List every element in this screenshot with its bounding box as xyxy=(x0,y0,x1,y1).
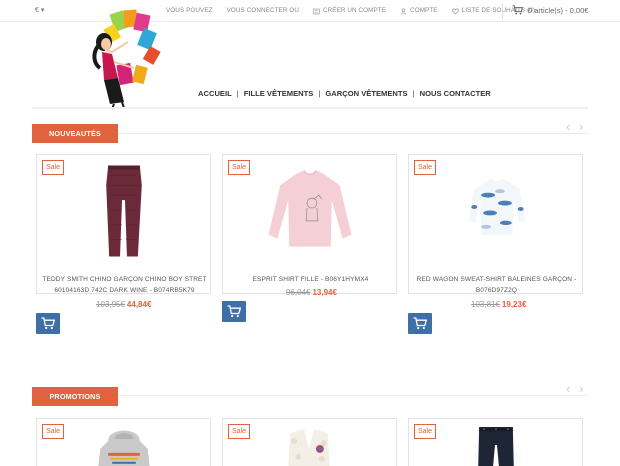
add-to-cart-button[interactable] xyxy=(222,301,246,322)
add-to-cart-button[interactable] xyxy=(36,313,60,334)
product-name-line[interactable]: RED WAGON SWEAT-SHIRT BALEINES GARÇON - xyxy=(413,274,580,285)
login-prompt-text: VOUS POUVEZ xyxy=(166,7,213,14)
nav-divider xyxy=(32,107,588,109)
product-price: 96,04€ 13,94€ xyxy=(286,288,337,297)
product-name-line[interactable]: ESPRIT SHIRT FILLE - B06Y1HYMX4 xyxy=(227,274,394,285)
section-title-promotions: PROMOTIONS xyxy=(32,387,118,406)
product-price: 103,81€ 19,23€ xyxy=(471,300,526,309)
product-card[interactable]: Sale xyxy=(408,418,583,466)
sale-badge: Sale xyxy=(228,160,251,175)
product-card[interactable]: Sale xyxy=(36,418,211,466)
chevron-left-icon[interactable]: ‹ xyxy=(566,120,575,133)
carousel-arrows: ‹ › xyxy=(566,382,588,395)
nav-item-home[interactable]: ACCUEIL xyxy=(198,89,232,98)
add-to-cart-button[interactable] xyxy=(408,313,432,334)
product-card[interactable]: Sale xyxy=(222,418,397,466)
user-icon xyxy=(400,8,407,15)
nav-item-girls[interactable]: FILLE VÊTEMENTS xyxy=(244,89,314,98)
login-link[interactable]: VOUS CONNECTER OU xyxy=(227,7,299,14)
product-card[interactable]: Sale ESPRIT SHIRT FILLE - B06Y1HYMX4 xyxy=(222,154,397,294)
cart-icon xyxy=(41,317,55,330)
main-nav: ACCUEIL | FILLE VÊTEMENTS | GARÇON VÊTEM… xyxy=(198,89,491,98)
section-title-new: NOUVEAUTÉS xyxy=(32,124,118,143)
product-name-line[interactable]: B076D97Z2Q xyxy=(413,285,580,296)
carousel-arrows: ‹ › xyxy=(566,120,588,133)
product-card[interactable]: Sale TEDDY SMITH CHINO GARÇON CHINO BOY … xyxy=(36,154,211,294)
cart-summary[interactable]: 0 article(s) - 0,00€ xyxy=(512,5,588,15)
currency-selector[interactable]: € ▾ xyxy=(35,6,44,14)
product-name-line[interactable]: 60104163D 742C DARK WINE - B074RB5K79 xyxy=(41,285,208,296)
heart-icon xyxy=(451,8,459,15)
cart-icon xyxy=(512,5,523,15)
account-link[interactable]: COMPTE xyxy=(410,7,438,14)
sale-price: 44,84€ xyxy=(126,300,152,309)
product-price: 103,95€ 44,84€ xyxy=(96,300,151,309)
old-price: 103,81€ xyxy=(471,300,500,309)
chevron-right-icon[interactable]: › xyxy=(579,120,588,133)
cart-label: 0 article(s) - 0,00€ xyxy=(528,5,589,15)
old-price: 96,04€ xyxy=(286,288,311,297)
sale-badge: Sale xyxy=(228,424,251,439)
nav-separator: | xyxy=(318,89,321,98)
sale-price: 13,94€ xyxy=(312,288,337,297)
sale-price: 19,23€ xyxy=(501,300,527,309)
shop-logo[interactable] xyxy=(88,8,168,110)
chevron-right-icon[interactable]: › xyxy=(579,382,588,395)
sale-badge: Sale xyxy=(42,160,65,175)
sale-badge: Sale xyxy=(414,424,437,439)
cart-icon xyxy=(227,305,241,318)
chevron-left-icon[interactable]: ‹ xyxy=(566,382,575,395)
sale-badge: Sale xyxy=(414,160,437,175)
product-card[interactable]: Sale RED WAGON SWEAT-SHIRT BALEINES GARÇ… xyxy=(408,154,583,294)
account-links: VOUS POUVEZ VOUS CONNECTER OU CRÉER UN C… xyxy=(166,7,535,15)
cart-divider xyxy=(502,3,503,19)
nav-item-contact[interactable]: NOUS CONTACTER xyxy=(420,89,491,98)
nav-separator: | xyxy=(236,89,239,98)
product-name-line[interactable]: TEDDY SMITH CHINO GARÇON CHINO BOY STRET xyxy=(41,274,208,285)
sale-badge: Sale xyxy=(42,424,65,439)
cart-icon xyxy=(413,317,427,330)
old-price: 103,95€ xyxy=(96,300,125,309)
create-account-icon xyxy=(313,8,320,15)
create-account-link[interactable]: CRÉER UN COMPTE xyxy=(323,7,386,14)
nav-separator: | xyxy=(412,89,415,98)
nav-item-boys[interactable]: GARÇON VÊTEMENTS xyxy=(325,89,407,98)
